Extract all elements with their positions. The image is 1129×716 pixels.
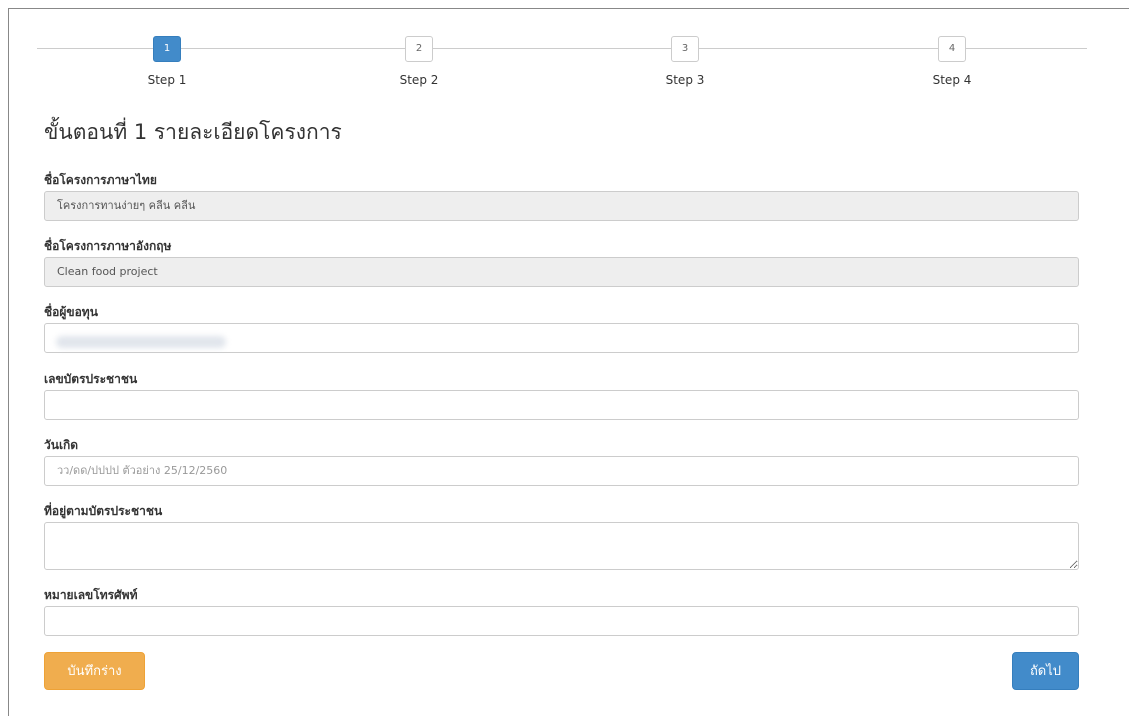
step-3-label: Step 3: [665, 73, 705, 87]
step-4-badge[interactable]: 4: [938, 36, 966, 62]
project-name-en-label: ชื่อโครงการภาษาอังกฤษ: [44, 239, 172, 253]
birth-date-label: วันเกิด: [44, 438, 79, 452]
save-draft-button[interactable]: บันทึกร่าง: [44, 652, 145, 690]
step-3-badge[interactable]: 3: [671, 36, 699, 62]
stepper: 1 Step 1 2 Step 2 3 Step 3 4 Step 4: [37, 36, 1087, 96]
address-field[interactable]: [44, 522, 1079, 570]
page-title: ขั้นตอนที่ 1 รายละเอียดโครงการ: [44, 120, 342, 144]
step-3[interactable]: 3 Step 3: [625, 36, 745, 87]
step-2-label: Step 2: [399, 73, 439, 87]
redacted-name: [56, 336, 226, 348]
step-2-badge[interactable]: 2: [405, 36, 433, 62]
step-4[interactable]: 4 Step 4: [892, 36, 1012, 87]
project-name-th-field: โครงการทานง่ายๆ คลีน คลีน: [44, 191, 1079, 221]
step-1-label: Step 1: [147, 73, 187, 87]
step-1[interactable]: 1 Step 1: [107, 36, 227, 87]
project-name-th-label: ชื่อโครงการภาษาไทย: [44, 173, 157, 187]
id-card-field[interactable]: [44, 390, 1079, 420]
applicant-name-label: ชื่อผู้ขอทุน: [44, 305, 98, 319]
phone-label: หมายเลขโทรศัพท์: [44, 588, 138, 602]
id-card-label: เลขบัตรประชาชน: [44, 372, 138, 386]
step-4-label: Step 4: [932, 73, 972, 87]
step-2[interactable]: 2 Step 2: [359, 36, 479, 87]
next-button[interactable]: ถัดไป: [1012, 652, 1079, 690]
birth-date-placeholder: วว/ดด/ปปปป ตัวอย่าง 25/12/2560: [57, 464, 228, 477]
address-label: ที่อยู่ตามบัตรประชาชน: [44, 504, 163, 518]
project-name-en-field: Clean food project: [44, 257, 1079, 287]
birth-date-field[interactable]: วว/ดด/ปปปป ตัวอย่าง 25/12/2560: [44, 456, 1079, 486]
step-1-badge[interactable]: 1: [153, 36, 181, 62]
phone-field[interactable]: [44, 606, 1079, 636]
